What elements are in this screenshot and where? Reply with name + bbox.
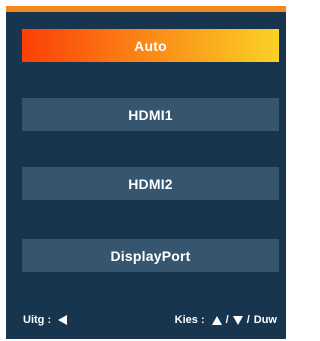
- input-option-auto[interactable]: Auto: [22, 29, 279, 62]
- left-triangle-icon: [58, 315, 68, 325]
- exit-hint: Uitg :: [23, 311, 68, 329]
- separator: /: [246, 314, 250, 326]
- up-triangle-icon: [211, 315, 222, 325]
- separator: /: [225, 314, 229, 326]
- input-option-label: HDMI1: [128, 106, 173, 123]
- input-option-label: HDMI2: [128, 175, 173, 192]
- input-option-hdmi2[interactable]: HDMI2: [22, 167, 279, 200]
- input-source-menu: Auto HDMI1 HDMI2 DisplayPort Uitg : Kies…: [6, 6, 286, 339]
- select-hint: Kies : / / Duw: [175, 311, 277, 329]
- down-triangle-icon: [232, 315, 243, 325]
- exit-label: Uitg :: [23, 314, 52, 326]
- key-hints-footer: Uitg : Kies : / / Duw: [6, 311, 286, 329]
- input-option-displayport[interactable]: DisplayPort: [22, 239, 279, 272]
- input-option-hdmi1[interactable]: HDMI1: [22, 98, 279, 131]
- confirm-label: Duw: [253, 314, 277, 326]
- input-option-label: Auto: [134, 37, 167, 54]
- top-accent-bar: [6, 6, 286, 12]
- input-option-label: DisplayPort: [110, 247, 191, 264]
- select-label: Kies :: [174, 314, 205, 326]
